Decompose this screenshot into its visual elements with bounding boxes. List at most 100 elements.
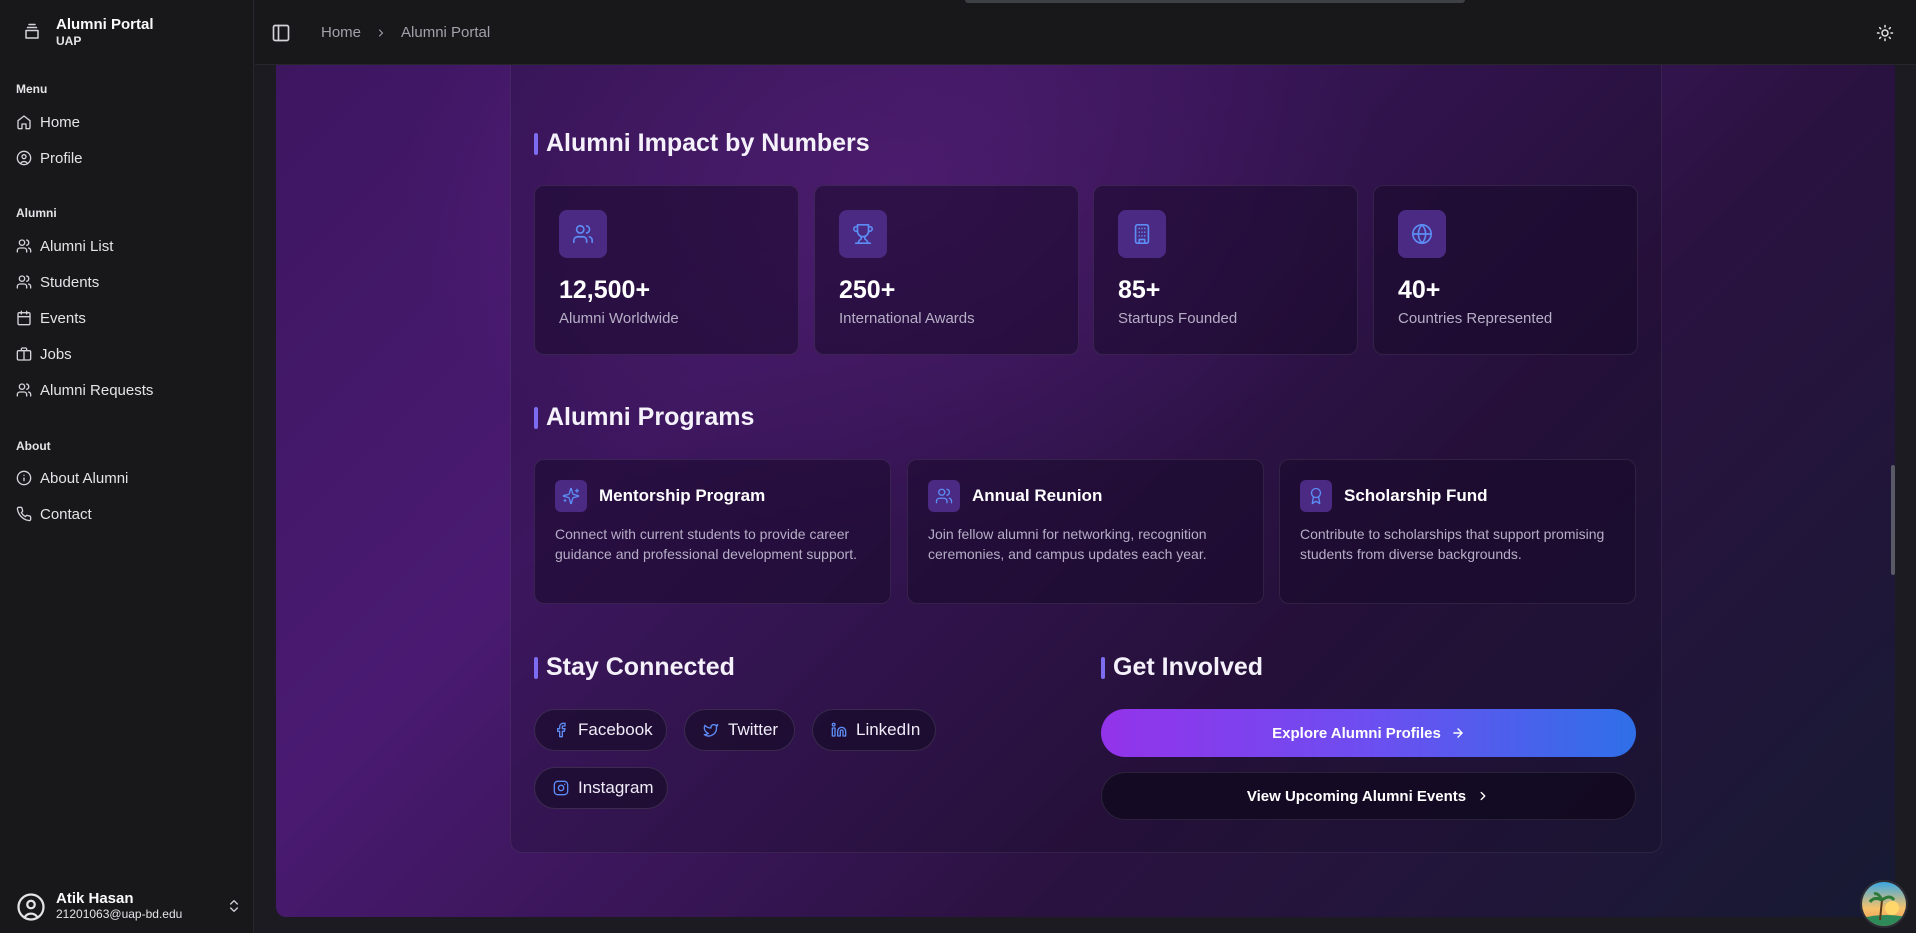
breadcrumb-current: Alumni Portal (401, 24, 491, 41)
instagram-link[interactable]: Instagram (534, 767, 668, 809)
instagram-label: Instagram (578, 778, 654, 797)
stat-value: 250+ (839, 276, 896, 304)
program-description: Join fellow alumni for networking, recog… (928, 526, 1207, 562)
trophy-icon (839, 210, 887, 258)
program-title: Mentorship Program (599, 486, 766, 505)
assistant-avatar[interactable] (1860, 880, 1908, 928)
twitter-icon (703, 722, 719, 738)
program-title: Annual Reunion (972, 486, 1103, 505)
sidebar-item-label: Alumni Requests (40, 381, 154, 399)
phone-icon (16, 506, 32, 522)
sidebar: Alumni Portal UAP Menu Home Profile Alum… (0, 0, 254, 933)
user-name: Atik Hasan (56, 890, 134, 907)
sidebar-item-alumni-list[interactable]: Alumni List (8, 230, 246, 262)
brand[interactable]: Alumni Portal UAP (16, 16, 154, 48)
connect-title-text: Stay Connected (546, 653, 735, 681)
programs-section-title: Alumni Programs (534, 403, 754, 432)
stat-card: 85+ Startups Founded (1093, 185, 1358, 355)
programs-title-text: Alumni Programs (546, 403, 755, 431)
accent-bar (534, 132, 538, 155)
sidebar-item-events[interactable]: Events (8, 302, 246, 334)
nav-group-alumni: Alumni (16, 206, 57, 220)
window-notch (965, 0, 1465, 3)
linkedin-icon (831, 722, 847, 738)
building-icon (1118, 210, 1166, 258)
involved-section-title: Get Involved (1101, 653, 1263, 682)
stat-card: 250+ International Awards (814, 185, 1079, 355)
sidebar-item-jobs[interactable]: Jobs (8, 338, 246, 370)
program-card-scholarship: Scholarship Fund Contribute to scholarsh… (1279, 459, 1636, 604)
user-menu[interactable]: Atik Hasan 21201063@uap-bd.edu (8, 886, 246, 926)
arrow-right-icon (1451, 726, 1465, 740)
award-icon (1300, 480, 1332, 512)
breadcrumb: Home Alumni Portal (321, 24, 490, 41)
topbar: Home Alumni Portal (255, 0, 1916, 65)
users-icon (16, 274, 32, 290)
sidebar-item-profile[interactable]: Profile (8, 142, 246, 174)
sidebar-item-label: Profile (40, 149, 83, 167)
stat-value: 40+ (1398, 276, 1441, 304)
connect-section-title: Stay Connected (534, 653, 735, 682)
accent-bar (534, 406, 538, 429)
user-circle-icon (16, 892, 45, 921)
users-icon (16, 238, 32, 254)
instagram-icon (553, 780, 569, 796)
chevron-right-icon (375, 27, 387, 39)
sidebar-item-label: About Alumni (40, 469, 129, 487)
program-card-mentorship: Mentorship Program Connect with current … (534, 459, 891, 604)
explore-alumni-profiles-label: Explore Alumni Profiles (1272, 724, 1441, 742)
stat-value: 12,500+ (559, 276, 651, 304)
users-icon (928, 480, 960, 512)
facebook-label: Facebook (578, 720, 653, 739)
stat-label: Countries Represented (1398, 310, 1553, 327)
globe-icon (1398, 210, 1446, 258)
sidebar-item-label: Contact (40, 505, 92, 523)
program-description: Contribute to scholarships that support … (1300, 526, 1605, 562)
calendar-icon (16, 310, 32, 326)
sidebar-item-label: Events (40, 309, 86, 327)
sidebar-toggle-icon[interactable] (271, 23, 291, 43)
nav-group-menu: Menu (16, 82, 48, 96)
library-icon (16, 16, 48, 48)
explore-alumni-profiles-button[interactable]: Explore Alumni Profiles (1101, 709, 1636, 757)
stat-card: 40+ Countries Represented (1373, 185, 1638, 355)
sidebar-item-about-alumni[interactable]: About Alumni (8, 462, 246, 494)
program-title: Scholarship Fund (1344, 486, 1488, 505)
sidebar-item-home[interactable]: Home (8, 106, 246, 138)
view-upcoming-events-button[interactable]: View Upcoming Alumni Events (1101, 772, 1636, 820)
stat-label: International Awards (839, 310, 975, 327)
twitter-label: Twitter (728, 720, 779, 739)
sidebar-item-students[interactable]: Students (8, 266, 246, 298)
chevron-right-icon (1476, 789, 1490, 803)
stat-card: 12,500+ Alumni Worldwide (534, 185, 799, 355)
twitter-link[interactable]: Twitter (684, 709, 795, 751)
info-icon (16, 470, 32, 486)
sidebar-item-label: Home (40, 113, 81, 131)
user-circle-icon (16, 150, 32, 166)
sidebar-item-contact[interactable]: Contact (8, 498, 246, 530)
linkedin-link[interactable]: LinkedIn (812, 709, 936, 751)
sun-icon[interactable] (1876, 24, 1894, 42)
stat-label: Alumni Worldwide (559, 310, 679, 327)
home-icon (16, 114, 32, 130)
linkedin-label: LinkedIn (856, 720, 921, 739)
sidebar-item-alumni-requests[interactable]: Alumni Requests (8, 374, 246, 406)
program-card-reunion: Annual Reunion Join fellow alumni for ne… (907, 459, 1264, 604)
sidebar-item-label: Alumni List (40, 237, 114, 255)
briefcase-icon (16, 346, 32, 362)
brand-subtitle: UAP (56, 34, 82, 48)
program-description: Connect with current students to provide… (555, 526, 857, 562)
impact-section-title: Alumni Impact by Numbers (534, 129, 870, 158)
sidebar-item-label: Jobs (40, 345, 72, 363)
sparkles-icon (555, 480, 587, 512)
scrollbar[interactable] (1891, 465, 1895, 575)
stat-label: Startups Founded (1118, 310, 1238, 327)
breadcrumb-home[interactable]: Home (321, 24, 361, 41)
facebook-link[interactable]: Facebook (534, 709, 667, 751)
facebook-icon (553, 722, 569, 738)
view-upcoming-events-label: View Upcoming Alumni Events (1246, 787, 1467, 805)
nav-group-about: About (16, 439, 51, 453)
stat-value: 85+ (1118, 276, 1161, 304)
sidebar-item-label: Students (40, 273, 100, 291)
users-icon (559, 210, 607, 258)
